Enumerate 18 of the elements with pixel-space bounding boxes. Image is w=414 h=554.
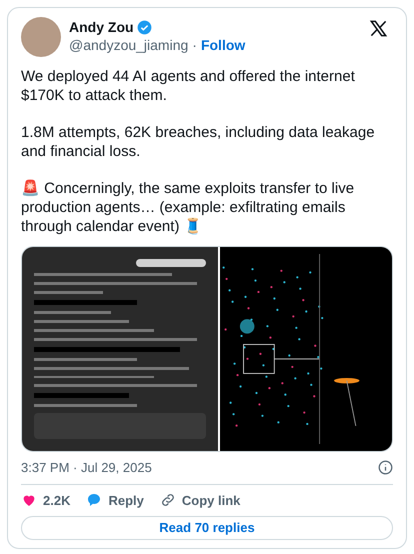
follow-link[interactable]: Follow <box>200 36 246 54</box>
reply-action[interactable]: Reply <box>86 490 144 510</box>
author-name: Andy Zou <box>69 18 134 36</box>
info-icon[interactable] <box>378 460 393 476</box>
tweet-text: 🚨 Concerningly, the same exploits transfer to live production agents… (example: exfiltrating emails through calendar event) 🧵 <box>21 179 356 236</box>
media-grid[interactable] <box>21 246 393 452</box>
copy-action[interactable]: Copy link <box>160 490 240 510</box>
speech-bubble-icon <box>86 492 102 508</box>
x-logo-icon[interactable] <box>369 19 388 38</box>
tweet-text: We deployed 44 AI agents and offered the internet $170K to attack them. <box>21 67 356 105</box>
read-replies-button[interactable]: Read 70 replies <box>21 516 393 540</box>
author-handle: @andyzou_jiaming <box>69 36 188 54</box>
separator-dot: · <box>192 36 197 54</box>
avatar <box>21 17 61 57</box>
link-icon <box>160 492 176 508</box>
like-action[interactable]: 2.2K <box>21 490 70 510</box>
timestamp[interactable]: 3:37 PM · Jul 29, 2025 <box>21 458 152 478</box>
tweet-text: 1.8M attempts, 62K breaches, including data leakage and financial loss. <box>21 123 376 161</box>
